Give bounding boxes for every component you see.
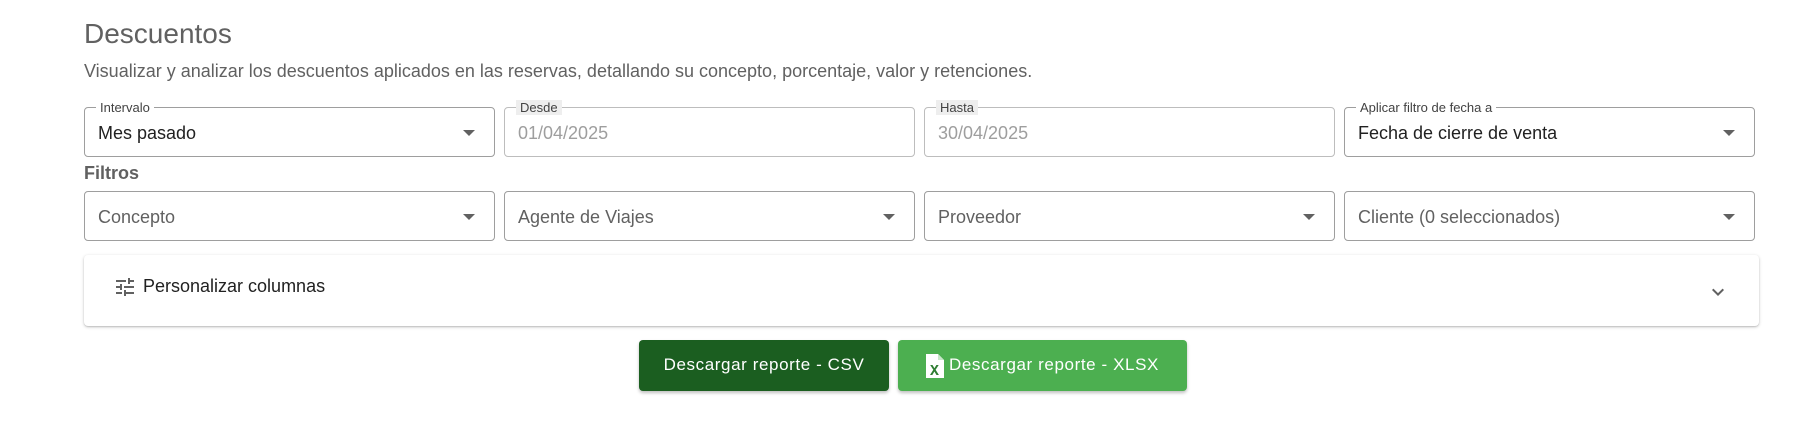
client-select[interactable]: Cliente (0 seleccionados) bbox=[1344, 191, 1755, 241]
download-csv-label: Descargar reporte - CSV bbox=[663, 355, 865, 374]
download-xlsx-button[interactable]: Descargar reporte - XLSX bbox=[898, 340, 1187, 391]
travel-agent-placeholder: Agente de Viajes bbox=[518, 207, 654, 227]
travel-agent-dropdown-icon bbox=[883, 214, 895, 220]
client-placeholder: Cliente (0 seleccionados) bbox=[1358, 207, 1561, 227]
download-xlsx-label: Descargar reporte - XLSX bbox=[949, 355, 1159, 374]
from-date-label: Desde bbox=[516, 100, 562, 115]
travel-agent-select[interactable]: Agente de Viajes bbox=[504, 191, 915, 241]
filters-row: Concepto Agente de Viajes Proveedor Clie… bbox=[84, 191, 1759, 241]
apply-date-filter-dropdown-icon bbox=[1723, 130, 1735, 136]
apply-date-filter-value: Fecha de cierre de venta bbox=[1358, 123, 1558, 143]
from-date-value: 01/04/2025 bbox=[518, 123, 609, 143]
concept-select[interactable]: Concepto bbox=[84, 191, 495, 241]
to-date-value: 30/04/2025 bbox=[938, 123, 1029, 143]
chevron-down-icon[interactable] bbox=[1706, 280, 1730, 304]
provider-dropdown-icon bbox=[1303, 214, 1315, 220]
apply-date-filter-select[interactable]: Aplicar filtro de fecha a Fecha de cierr… bbox=[1344, 100, 1755, 157]
interval-select[interactable]: Intervalo Mes pasado bbox=[84, 100, 495, 157]
tune-icon bbox=[116, 278, 134, 296]
customize-columns-label: Personalizar columnas bbox=[143, 276, 326, 296]
client-dropdown-icon bbox=[1723, 214, 1735, 220]
customize-columns-panel[interactable]: Personalizar columnas bbox=[84, 255, 1759, 326]
page-subtitle: Visualizar y analizar los descuentos apl… bbox=[84, 61, 1033, 81]
provider-placeholder: Proveedor bbox=[938, 207, 1022, 227]
concept-placeholder: Concepto bbox=[98, 207, 176, 227]
provider-select[interactable]: Proveedor bbox=[924, 191, 1335, 241]
excel-file-icon bbox=[926, 354, 944, 378]
interval-label: Intervalo bbox=[96, 100, 154, 115]
interval-dropdown-icon bbox=[463, 130, 475, 136]
apply-date-filter-label: Aplicar filtro de fecha a bbox=[1356, 100, 1497, 115]
page-title: Descuentos bbox=[84, 18, 232, 49]
filters-heading: Filtros bbox=[84, 163, 140, 183]
from-date-field[interactable]: Desde 01/04/2025 bbox=[504, 100, 915, 157]
to-date-label: Hasta bbox=[936, 100, 978, 115]
date-filter-row: Intervalo Mes pasado Desde 01/04/2025 Ha… bbox=[84, 100, 1759, 157]
download-csv-button[interactable]: Descargar reporte - CSV bbox=[639, 340, 889, 391]
to-date-field[interactable]: Hasta 30/04/2025 bbox=[924, 100, 1335, 157]
concept-dropdown-icon bbox=[463, 214, 475, 220]
interval-value: Mes pasado bbox=[98, 123, 197, 143]
